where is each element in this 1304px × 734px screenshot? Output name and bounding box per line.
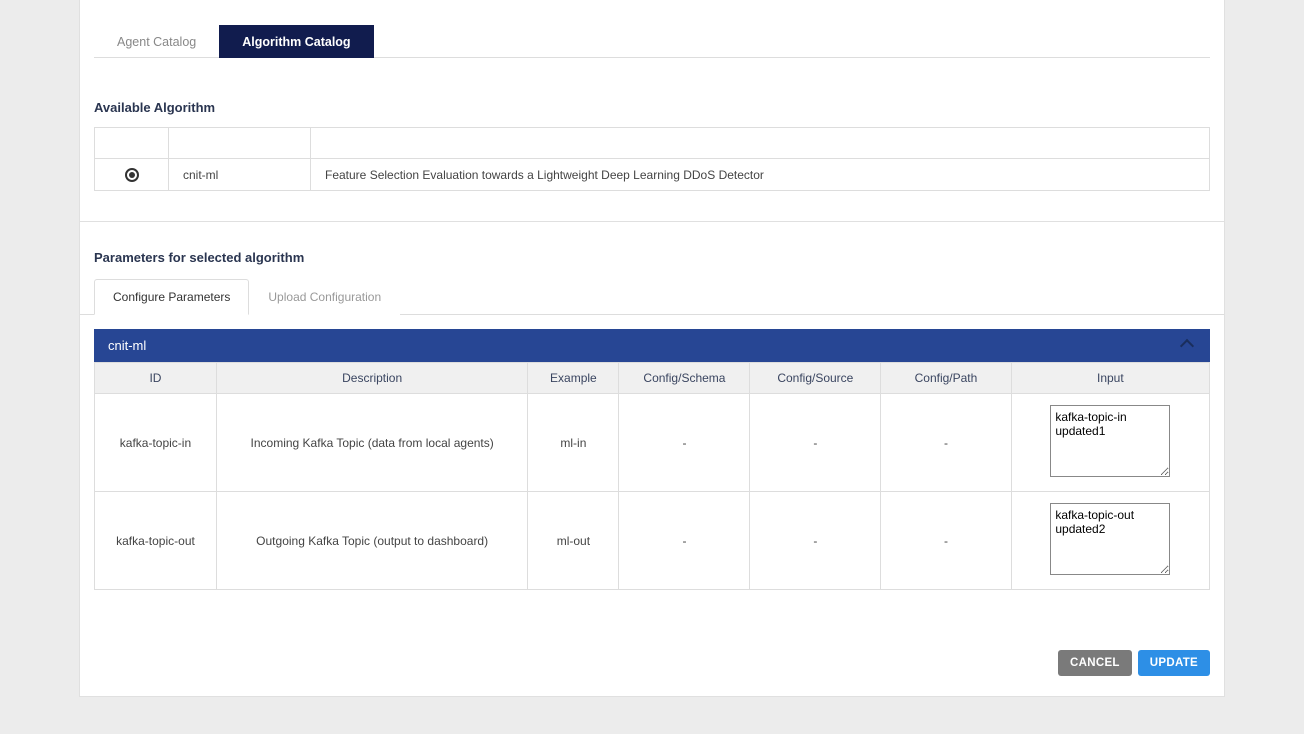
available-algorithm-heading: Available Algorithm [94,100,1210,115]
param-id: kafka-topic-in [95,394,217,492]
algorithm-row[interactable]: cnit-ml Feature Selection Evaluation tow… [95,159,1210,191]
param-input[interactable] [1050,503,1170,575]
footer-actions: CANCEL UPDATE [80,590,1224,696]
col-input: Input [1011,363,1209,394]
parameter-row: kafka-topic-in Incoming Kafka Topic (dat… [95,394,1210,492]
accordion-header[interactable]: cnit-ml [94,329,1210,362]
update-button[interactable]: UPDATE [1138,650,1210,676]
algorithm-table: cnit-ml Feature Selection Evaluation tow… [94,127,1210,191]
param-source: - [750,394,881,492]
algorithm-description: Feature Selection Evaluation towards a L… [311,159,1210,191]
algorithm-table-header-row [95,128,1210,159]
param-source: - [750,492,881,590]
algorithm-col-description [311,128,1210,159]
col-source: Config/Source [750,363,881,394]
parameters-table: ID Description Example Config/Schema Con… [94,362,1210,590]
tab-agent-catalog[interactable]: Agent Catalog [94,25,219,58]
col-id: ID [95,363,217,394]
tab-algorithm-catalog[interactable]: Algorithm Catalog [219,25,373,58]
parameter-row: kafka-topic-out Outgoing Kafka Topic (ou… [95,492,1210,590]
param-path: - [881,394,1011,492]
algorithm-col-name [169,128,311,159]
accordion-title: cnit-ml [108,338,146,353]
chevron-up-icon [1180,338,1194,352]
radio-checked-icon [129,172,135,178]
param-desc: Outgoing Kafka Topic (output to dashboar… [216,492,527,590]
tab-configure-parameters[interactable]: Configure Parameters [94,279,249,315]
algorithm-name: cnit-ml [169,159,311,191]
parameters-heading: Parameters for selected algorithm [94,250,1210,265]
param-input[interactable] [1050,405,1170,477]
param-desc: Incoming Kafka Topic (data from local ag… [216,394,527,492]
param-schema: - [619,394,750,492]
cancel-button[interactable]: CANCEL [1058,650,1132,676]
parameters-header-row: ID Description Example Config/Schema Con… [95,363,1210,394]
param-id: kafka-topic-out [95,492,217,590]
algorithm-radio[interactable] [125,168,139,182]
catalog-tabs: Agent Catalog Algorithm Catalog [94,0,1210,58]
param-example: ml-in [528,394,619,492]
col-example: Example [528,363,619,394]
tab-upload-configuration[interactable]: Upload Configuration [249,279,400,315]
param-example: ml-out [528,492,619,590]
param-schema: - [619,492,750,590]
col-description: Description [216,363,527,394]
col-path: Config/Path [881,363,1011,394]
param-path: - [881,492,1011,590]
col-schema: Config/Schema [619,363,750,394]
parameter-tabs: Configure Parameters Upload Configuratio… [94,279,1210,315]
section-divider [80,221,1224,222]
algorithm-col-select [95,128,169,159]
